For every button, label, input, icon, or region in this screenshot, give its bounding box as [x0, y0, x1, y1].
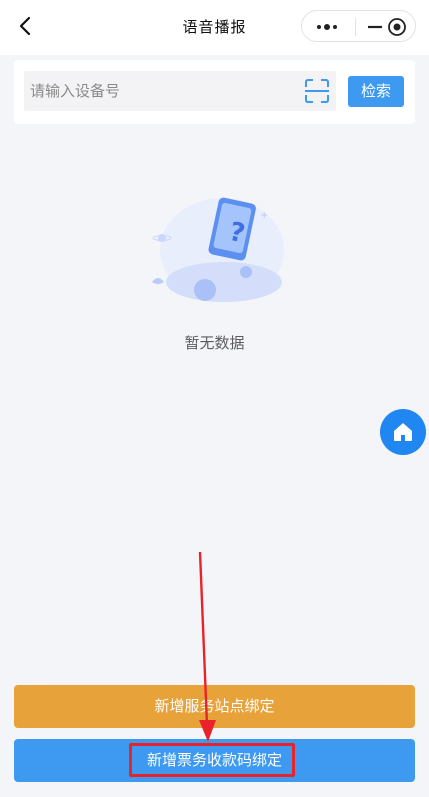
search-card: 检索 [14, 60, 415, 124]
navbar: 语音播报 [0, 0, 429, 55]
scan-icon[interactable] [304, 78, 330, 104]
annotation-highlight-box [129, 743, 295, 777]
target-icon[interactable] [387, 17, 407, 37]
mini-program-capsule [301, 10, 416, 42]
svg-text:+: + [260, 210, 268, 221]
minus-icon[interactable] [366, 19, 384, 35]
home-icon [394, 423, 412, 441]
annotation-arrow-icon [198, 551, 216, 742]
dots-icon[interactable] [314, 19, 340, 35]
capsule-divider [355, 18, 356, 36]
home-button[interactable] [380, 409, 426, 455]
device-number-input[interactable] [24, 71, 336, 111]
phone-question-illustration: ? + [152, 197, 284, 302]
search-button[interactable]: 检索 [348, 76, 404, 107]
empty-state-text: 暂无数据 [184, 334, 245, 352]
